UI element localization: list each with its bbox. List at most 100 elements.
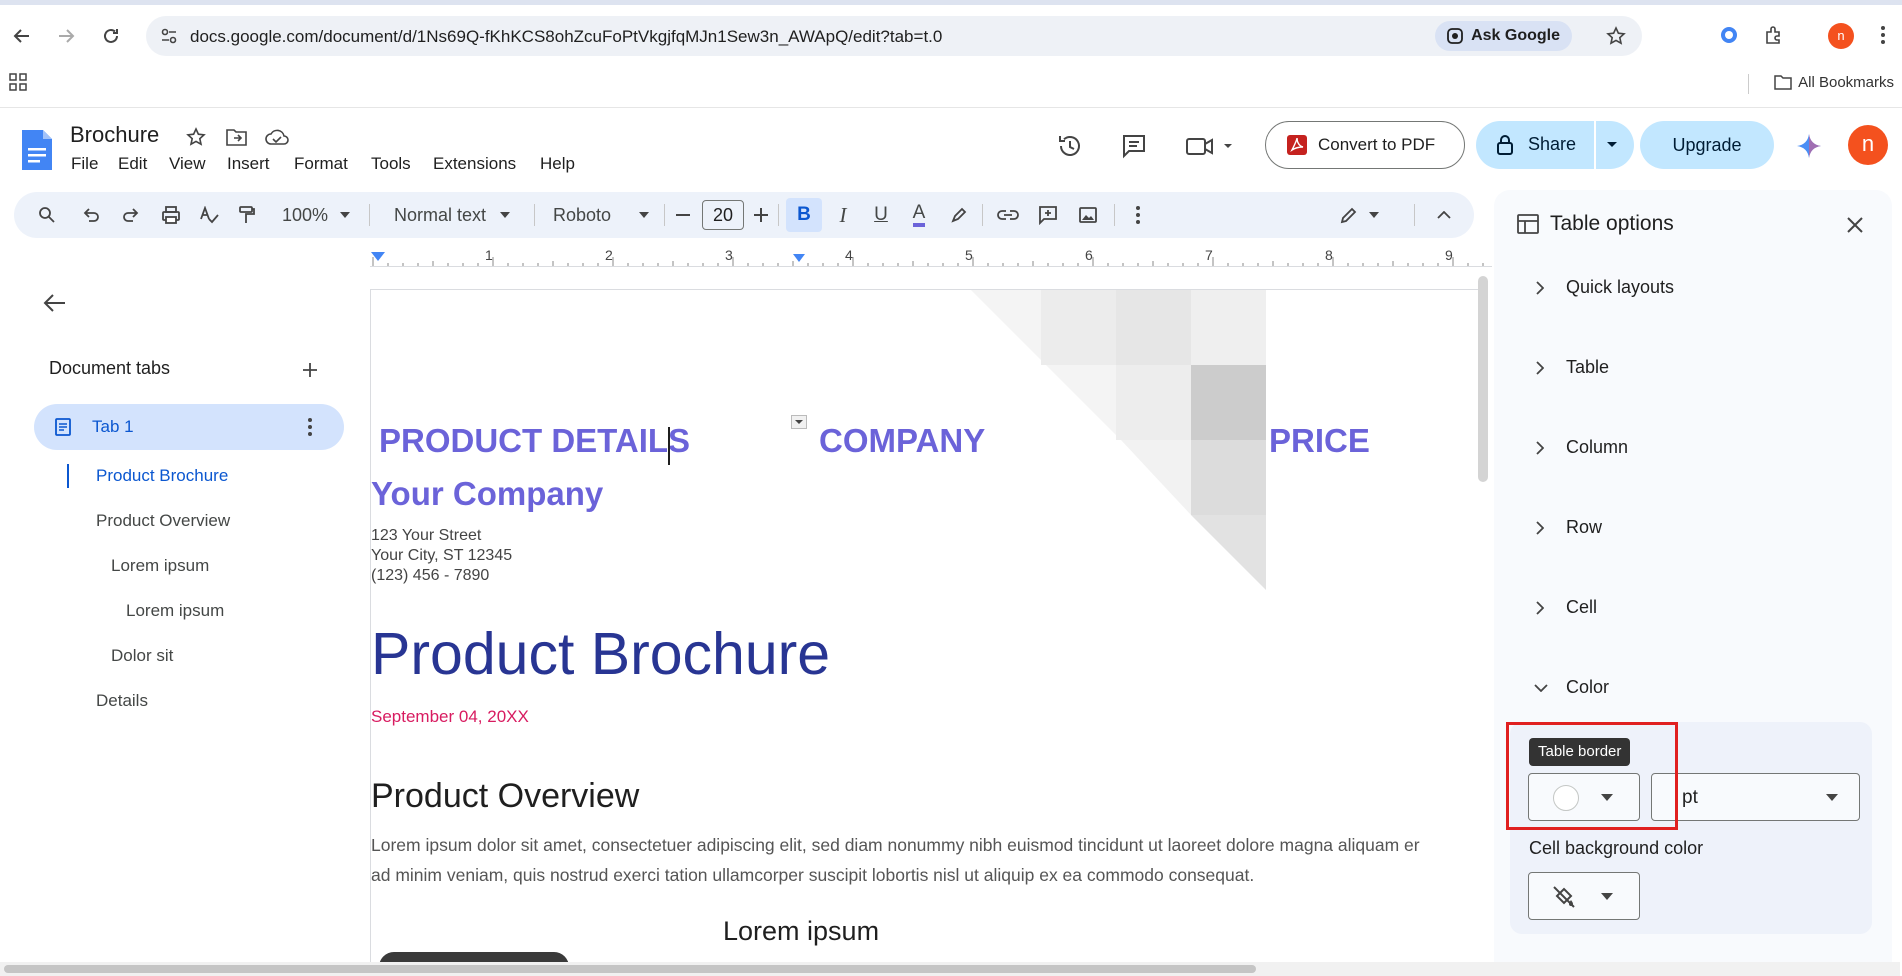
docs-logo-icon[interactable] — [20, 128, 54, 172]
profile-avatar[interactable]: n — [1828, 23, 1854, 49]
tab-stop-marker-icon[interactable] — [792, 253, 806, 263]
menu-extensions[interactable]: Extensions — [433, 154, 516, 174]
print-button[interactable] — [156, 192, 186, 238]
paint-format-button[interactable] — [232, 192, 262, 238]
menu-insert[interactable]: Insert — [227, 154, 270, 174]
back-arrow-icon[interactable] — [43, 293, 67, 313]
outline-item-details[interactable]: Details — [96, 691, 148, 711]
editing-mode-button[interactable] — [1334, 192, 1384, 238]
meet-camera-icon[interactable] — [1184, 132, 1234, 160]
horizontal-scrollbar[interactable] — [0, 962, 1900, 976]
section-color[interactable]: Color — [1534, 672, 1864, 704]
url-text[interactable]: docs.google.com/document/d/1Ns69Q-fKhKCS… — [190, 27, 942, 47]
cell-background-color-button[interactable] — [1528, 872, 1640, 920]
add-comment-button[interactable] — [1032, 192, 1064, 238]
outline-item-product-overview[interactable]: Product Overview — [96, 511, 230, 531]
apps-grid-icon[interactable] — [9, 73, 27, 91]
extensions-puzzle-icon[interactable] — [1762, 24, 1784, 46]
section-column[interactable]: Column — [1534, 432, 1864, 464]
section-row[interactable]: Row — [1534, 512, 1864, 544]
outline-item-lorem-ipsum[interactable]: Lorem ipsum — [111, 556, 209, 576]
gemini-spark-icon[interactable] — [1796, 133, 1822, 159]
hide-menus-button[interactable] — [1432, 192, 1456, 238]
table-header-price[interactable]: PRICE — [1269, 422, 1370, 460]
bookmark-star-icon[interactable] — [1606, 26, 1626, 46]
share-button[interactable]: Share — [1476, 121, 1634, 169]
section-table[interactable]: Table — [1534, 352, 1864, 384]
style-select[interactable]: Normal text — [384, 192, 520, 238]
cloud-saved-icon[interactable] — [264, 127, 290, 147]
share-dropdown-icon[interactable] — [1606, 140, 1618, 150]
left-indent-marker-icon[interactable] — [370, 251, 386, 263]
comments-icon[interactable] — [1120, 132, 1148, 160]
insert-link-button[interactable] — [992, 192, 1024, 238]
menu-edit[interactable]: Edit — [118, 154, 147, 174]
close-icon[interactable] — [1846, 216, 1864, 234]
outline-item-product-brochure[interactable]: Product Brochure — [96, 466, 228, 486]
menu-file[interactable]: File — [71, 154, 98, 174]
more-options-button[interactable] — [1128, 192, 1148, 238]
menu-help[interactable]: Help — [540, 154, 575, 174]
outline-item-lorem-ipsum-sub[interactable]: Lorem ipsum — [126, 601, 224, 621]
body-paragraph-line[interactable]: Lorem ipsum dolor sit amet, consectetuer… — [371, 835, 1420, 856]
account-avatar[interactable]: n — [1848, 125, 1888, 165]
spelling-button[interactable] — [194, 192, 224, 238]
address-line[interactable]: 123 Your Street — [371, 527, 481, 545]
section-cell[interactable]: Cell — [1534, 592, 1864, 624]
horizontal-ruler[interactable]: 1 2 3 4 5 6 7 8 9 — [370, 245, 1492, 267]
company-name[interactable]: Your Company — [371, 475, 603, 513]
back-button[interactable] — [8, 22, 36, 50]
upgrade-button[interactable]: Upgrade — [1640, 121, 1774, 169]
bold-button[interactable]: B — [786, 198, 822, 232]
undo-button[interactable] — [76, 192, 106, 238]
product-overview-heading[interactable]: Product Overview — [371, 777, 639, 816]
address-line[interactable]: (123) 456 - 7890 — [371, 567, 489, 585]
convert-to-pdf-button[interactable]: Convert to PDF — [1265, 121, 1465, 169]
insert-image-button[interactable] — [1072, 192, 1104, 238]
add-tab-icon[interactable] — [302, 362, 318, 378]
toolbar-divider — [534, 204, 535, 226]
table-header-product-details[interactable]: PRODUCT DETAILS — [379, 422, 690, 460]
tab-1[interactable]: Tab 1 — [34, 404, 344, 450]
section-quick-layouts[interactable]: Quick layouts — [1534, 272, 1864, 304]
ask-google-button[interactable]: Ask Google — [1435, 21, 1572, 51]
reload-button[interactable] — [97, 22, 125, 50]
menu-format[interactable]: Format — [294, 154, 348, 174]
font-select[interactable]: Roboto — [546, 192, 656, 238]
vertical-scrollbar-thumb[interactable] — [1478, 276, 1488, 482]
search-menus-button[interactable] — [32, 192, 62, 238]
move-folder-icon[interactable] — [226, 127, 248, 147]
highlight-color-button[interactable] — [944, 192, 974, 238]
menu-tools[interactable]: Tools — [371, 154, 411, 174]
address-line[interactable]: Your City, ST 12345 — [371, 547, 512, 565]
underline-button[interactable]: U — [866, 192, 896, 238]
browser-menu-icon[interactable] — [1880, 25, 1886, 45]
document-page[interactable]: PRODUCT DETAILS COMPANY PRICE Your Compa… — [370, 289, 1478, 969]
body-paragraph-line[interactable]: ad minim veniam, quis nostrud exerci tat… — [371, 865, 1254, 886]
forward-button[interactable] — [52, 22, 80, 50]
lorem-ipsum-subheading[interactable]: Lorem ipsum — [723, 916, 879, 947]
italic-button[interactable]: I — [828, 192, 858, 238]
table-header-company[interactable]: COMPANY — [819, 422, 985, 460]
zoom-select[interactable]: 100% — [276, 192, 356, 238]
table-border-width-select[interactable]: pt — [1651, 773, 1860, 821]
brochure-date[interactable]: September 04, 20XX — [371, 707, 529, 727]
document-title[interactable]: Brochure — [70, 122, 159, 148]
decrease-font-size-button[interactable] — [672, 192, 694, 238]
cell-menu-icon[interactable] — [791, 415, 807, 429]
outline-item-dolor-sit[interactable]: Dolor sit — [111, 646, 173, 666]
all-bookmarks-button[interactable]: All Bookmarks — [1774, 74, 1894, 91]
site-settings-icon[interactable] — [160, 27, 178, 45]
extension-blue-icon[interactable] — [1718, 24, 1740, 46]
address-bar[interactable]: docs.google.com/document/d/1Ns69Q-fKhKCS… — [146, 16, 1642, 56]
version-history-icon[interactable] — [1056, 132, 1084, 160]
horizontal-scrollbar-thumb[interactable] — [4, 965, 1256, 973]
redo-button[interactable] — [116, 192, 146, 238]
font-size-input[interactable]: 20 — [702, 200, 744, 230]
text-color-button[interactable]: A — [904, 192, 934, 238]
star-icon[interactable] — [186, 127, 206, 147]
increase-font-size-button[interactable] — [750, 192, 772, 238]
tab-options-icon[interactable] — [308, 418, 312, 436]
menu-view[interactable]: View — [169, 154, 206, 174]
brochure-title[interactable]: Product Brochure — [371, 620, 830, 688]
